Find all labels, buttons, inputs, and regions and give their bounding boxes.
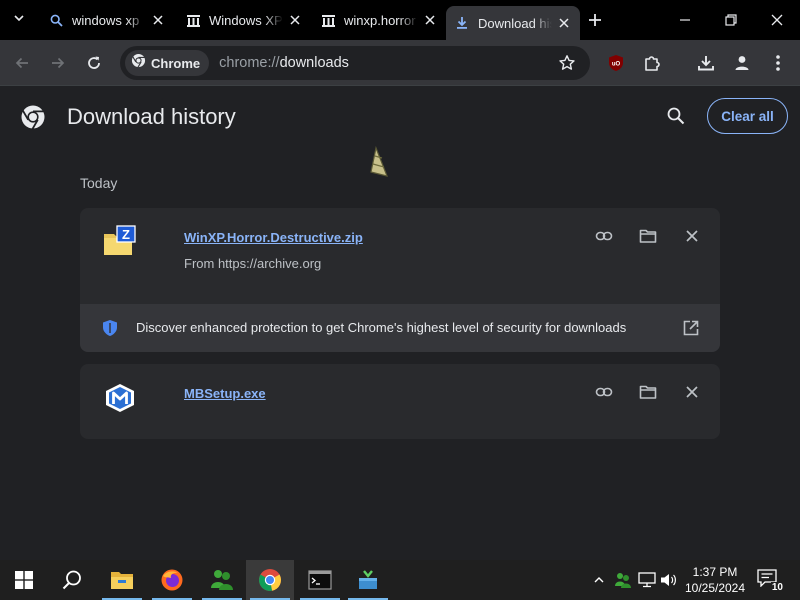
download-item: Z WinXP.Horror.Destructive.zip From http… bbox=[80, 208, 720, 352]
tray-chevron-up-icon[interactable] bbox=[588, 560, 610, 600]
taskbar: 1:37 PM 10/25/2024 10 bbox=[0, 560, 800, 600]
copy-link-icon[interactable] bbox=[594, 382, 614, 402]
browser-toolbar: Chrome chrome://downloads uO bbox=[0, 40, 800, 86]
file-source: From https://archive.org bbox=[184, 256, 322, 271]
download-item: MBSetup.exe bbox=[80, 364, 720, 439]
new-tab-icon[interactable] bbox=[584, 9, 606, 31]
file-explorer-icon[interactable] bbox=[98, 560, 146, 600]
shield-icon bbox=[102, 319, 118, 337]
firefox-icon[interactable] bbox=[148, 560, 196, 600]
zip-folder-icon: Z bbox=[102, 224, 138, 260]
address-bar[interactable]: Chrome chrome://downloads bbox=[120, 46, 590, 80]
archive-icon bbox=[320, 12, 336, 28]
archive-icon bbox=[185, 12, 201, 28]
enhanced-protection-banner: Discover enhanced protection to get Chro… bbox=[80, 304, 720, 352]
download-icon bbox=[454, 15, 470, 31]
restore-icon[interactable] bbox=[719, 8, 743, 32]
clock-date: 10/25/2024 bbox=[684, 581, 746, 595]
chrome-taskbar-icon[interactable] bbox=[246, 560, 294, 600]
chip-label: Chrome bbox=[151, 55, 201, 71]
clear-all-button[interactable]: Clear all bbox=[707, 98, 788, 134]
tab-title: windows xp bbox=[72, 12, 140, 28]
extensions-puzzle-icon[interactable] bbox=[640, 51, 664, 75]
notification-count-badge: 10 bbox=[770, 582, 784, 593]
copy-link-icon[interactable] bbox=[594, 226, 614, 246]
site-info-chip[interactable]: Chrome bbox=[125, 50, 210, 76]
start-windows-icon[interactable] bbox=[0, 560, 48, 600]
banner-text: Discover enhanced protection to get Chro… bbox=[136, 320, 627, 335]
tab-windows-xp[interactable]: windows xp bbox=[40, 4, 174, 36]
tab-close-icon[interactable] bbox=[287, 12, 303, 28]
tab-title: winxp.horror bbox=[344, 12, 416, 28]
tab-title: Download history bbox=[478, 15, 552, 31]
taskbar-search-icon[interactable] bbox=[48, 560, 96, 600]
show-in-folder-icon[interactable] bbox=[638, 226, 658, 246]
svg-text:Z: Z bbox=[122, 227, 130, 242]
chrome-logo-icon bbox=[131, 53, 146, 73]
downloads-toolbar-icon[interactable] bbox=[694, 51, 718, 75]
tab-search-chevron-icon[interactable] bbox=[8, 9, 30, 31]
minimize-icon[interactable] bbox=[673, 8, 697, 32]
tab-download-history[interactable]: Download history bbox=[446, 6, 580, 40]
notification-center-icon[interactable]: 10 bbox=[757, 569, 784, 593]
search-icon bbox=[48, 12, 64, 28]
tab-close-icon[interactable] bbox=[150, 12, 166, 28]
search-icon[interactable] bbox=[666, 106, 686, 126]
open-external-icon[interactable] bbox=[682, 319, 700, 337]
malwarebytes-icon bbox=[102, 380, 138, 416]
more-menu-icon[interactable] bbox=[766, 51, 790, 75]
command-prompt-icon[interactable] bbox=[296, 560, 344, 600]
msn-messenger-icon[interactable] bbox=[198, 560, 246, 600]
forward-icon[interactable] bbox=[46, 51, 70, 75]
downloads-header: Download history Clear all bbox=[0, 87, 800, 147]
clock-time: 1:37 PM bbox=[692, 565, 738, 579]
bookmark-star-icon[interactable] bbox=[558, 54, 576, 72]
file-name-link[interactable]: WinXP.Horror.Destructive.zip bbox=[184, 230, 363, 245]
taskbar-clock[interactable]: 1:37 PM 10/25/2024 bbox=[680, 564, 750, 596]
tab-windows-xp-archive[interactable]: Windows XP bbox=[177, 4, 311, 36]
chrome-logo-icon bbox=[20, 104, 46, 130]
network-icon[interactable] bbox=[636, 560, 658, 600]
tab-close-icon[interactable] bbox=[556, 15, 572, 31]
tray-messenger-icon[interactable] bbox=[612, 560, 634, 600]
date-group-label: Today bbox=[80, 175, 118, 191]
page-title: Download history bbox=[67, 104, 236, 129]
ublock-origin-icon[interactable]: uO bbox=[604, 51, 628, 75]
tab-strip: windows xp Windows XP winxp.horror Downl… bbox=[0, 0, 800, 40]
back-icon[interactable] bbox=[10, 51, 34, 75]
remove-item-icon[interactable] bbox=[682, 382, 702, 402]
profile-avatar-icon[interactable] bbox=[730, 51, 754, 75]
close-window-icon[interactable] bbox=[765, 8, 789, 32]
app-installer-icon[interactable] bbox=[344, 560, 392, 600]
animated-cursor-icon bbox=[367, 145, 391, 178]
show-in-folder-icon[interactable] bbox=[638, 382, 658, 402]
remove-item-icon[interactable] bbox=[682, 226, 702, 246]
tab-title: Windows XP bbox=[209, 12, 283, 28]
reload-icon[interactable] bbox=[82, 51, 106, 75]
volume-icon[interactable] bbox=[658, 560, 680, 600]
svg-text:uO: uO bbox=[612, 62, 621, 68]
tab-close-icon[interactable] bbox=[422, 12, 438, 28]
url-text: chrome://downloads bbox=[219, 55, 349, 71]
file-name-link[interactable]: MBSetup.exe bbox=[184, 386, 266, 401]
tab-winxp-horror[interactable]: winxp.horror bbox=[312, 4, 446, 36]
